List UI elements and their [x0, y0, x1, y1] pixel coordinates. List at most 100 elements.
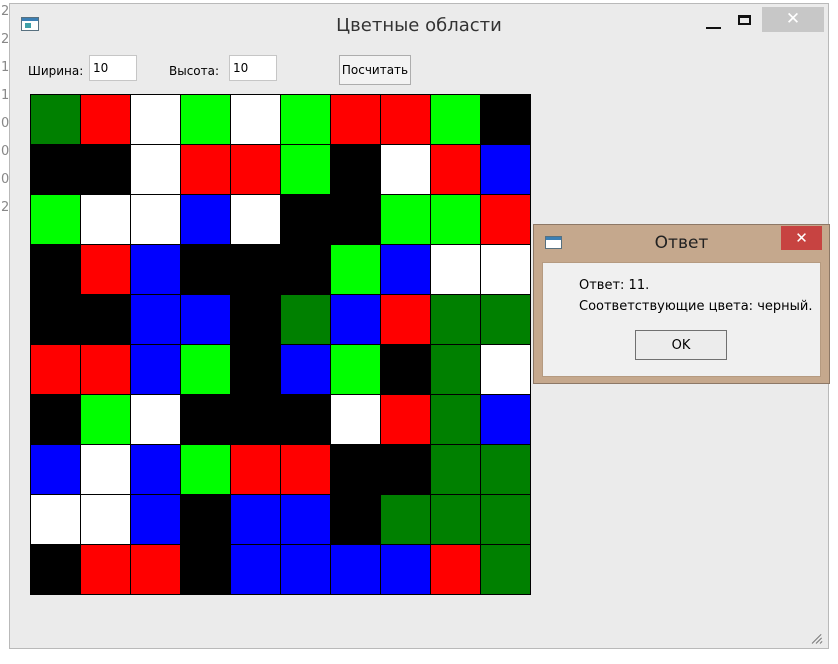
grid-cell	[481, 445, 531, 495]
grid-cell	[231, 545, 281, 595]
grid-cell	[481, 395, 531, 445]
grid-cell	[131, 545, 181, 595]
width-input[interactable]	[89, 55, 137, 81]
grid-cell	[331, 245, 381, 295]
ok-button[interactable]: OK	[635, 330, 727, 360]
grid-cell	[31, 495, 81, 545]
grid-cell	[331, 395, 381, 445]
grid-cell	[481, 295, 531, 345]
grid-cell	[131, 245, 181, 295]
answer-text: Ответ: 11.	[579, 278, 650, 293]
grid-cell	[181, 495, 231, 545]
grid-cell	[181, 295, 231, 345]
grid-cell	[231, 445, 281, 495]
grid-cell	[381, 145, 431, 195]
grid-cell	[181, 445, 231, 495]
grid-cell	[331, 195, 381, 245]
grid-cell	[281, 245, 331, 295]
height-input[interactable]	[229, 55, 277, 81]
grid-cell	[381, 295, 431, 345]
grid-cell	[481, 495, 531, 545]
grid-cell	[181, 245, 231, 295]
grid-cell	[381, 445, 431, 495]
grid-cell	[131, 495, 181, 545]
grid-cell	[81, 195, 131, 245]
grid-cell	[431, 195, 481, 245]
grid-cell	[331, 345, 381, 395]
grid-cell	[481, 545, 531, 595]
colors-text: Соответствующие цвета: черный.	[579, 299, 813, 314]
grid-cell	[331, 495, 381, 545]
grid-cell	[181, 395, 231, 445]
grid-cell	[31, 195, 81, 245]
grid-cell	[481, 145, 531, 195]
grid-cell	[331, 95, 381, 145]
grid-cell	[281, 195, 331, 245]
title-bar[interactable]: Цветные области ✕	[10, 4, 828, 44]
grid-cell	[231, 245, 281, 295]
grid-cell	[431, 545, 481, 595]
grid-cell	[81, 145, 131, 195]
maximize-button[interactable]	[735, 8, 757, 34]
grid-cell	[481, 95, 531, 145]
close-button[interactable]: ✕	[762, 7, 824, 32]
grid-cell	[81, 395, 131, 445]
grid-cell	[431, 295, 481, 345]
grid-cell	[81, 295, 131, 345]
grid-cell	[31, 345, 81, 395]
grid-cell	[481, 345, 531, 395]
grid-cell	[231, 195, 281, 245]
grid-cell	[131, 445, 181, 495]
grid-cell	[481, 195, 531, 245]
grid-cell	[281, 545, 331, 595]
grid-cell	[231, 95, 281, 145]
grid-cell	[181, 195, 231, 245]
grid-cell	[31, 145, 81, 195]
grid-cell	[381, 395, 431, 445]
grid-cell	[131, 145, 181, 195]
grid-cell	[381, 545, 431, 595]
grid-cell	[31, 295, 81, 345]
calculate-button[interactable]: Посчитать	[339, 55, 411, 85]
grid-cell	[231, 295, 281, 345]
grid-cell	[431, 145, 481, 195]
grid-cell	[31, 245, 81, 295]
grid-cell	[281, 295, 331, 345]
grid-cell	[431, 445, 481, 495]
grid-cell	[131, 295, 181, 345]
grid-cell	[81, 95, 131, 145]
grid-cell	[81, 545, 131, 595]
dialog-body: Ответ: 11. Соответствующие цвета: черный…	[542, 262, 821, 377]
grid-cell	[81, 245, 131, 295]
grid-cell	[181, 145, 231, 195]
grid-cell	[31, 445, 81, 495]
minimize-button[interactable]	[702, 8, 726, 34]
grid-cell	[481, 245, 531, 295]
grid-cell	[81, 495, 131, 545]
grid-cell	[381, 495, 431, 545]
grid-cell	[331, 295, 381, 345]
resize-grip-icon[interactable]	[810, 632, 823, 644]
grid-cell	[281, 345, 331, 395]
width-label: Ширина:	[28, 64, 84, 78]
grid-cell	[281, 495, 331, 545]
color-grid	[30, 94, 531, 595]
dialog-close-button[interactable]: ✕	[781, 226, 822, 250]
grid-cell	[231, 495, 281, 545]
grid-cell	[181, 95, 231, 145]
grid-cell	[31, 395, 81, 445]
grid-cell	[231, 345, 281, 395]
grid-cell	[331, 545, 381, 595]
grid-cell	[231, 395, 281, 445]
grid-cell	[281, 395, 331, 445]
grid-cell	[381, 195, 431, 245]
grid-cell	[81, 345, 131, 395]
answer-dialog: Ответ ✕ Ответ: 11. Соответствующие цвета…	[533, 224, 830, 384]
grid-cell	[281, 145, 331, 195]
grid-cell	[31, 545, 81, 595]
grid-cell	[231, 145, 281, 195]
grid-cell	[431, 495, 481, 545]
grid-cell	[131, 345, 181, 395]
grid-cell	[81, 445, 131, 495]
grid-cell	[281, 445, 331, 495]
